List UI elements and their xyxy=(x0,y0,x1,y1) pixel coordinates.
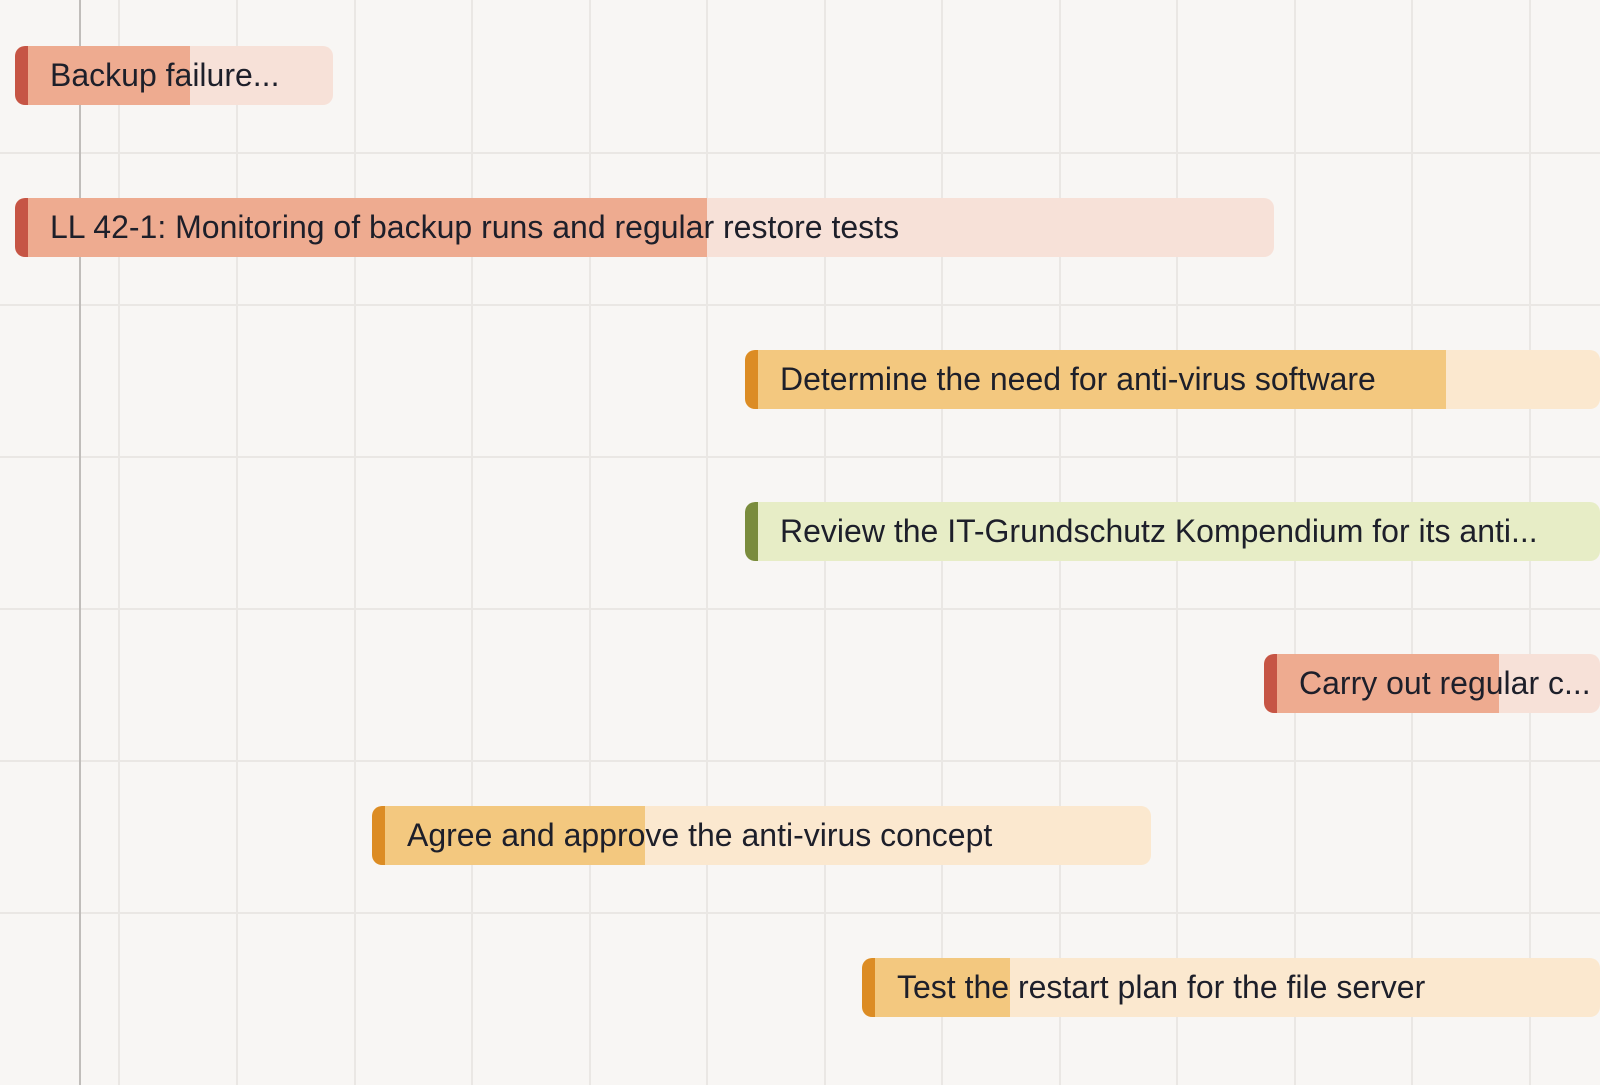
task-bar[interactable]: Agree and approve the anti-virus concept xyxy=(372,806,1151,865)
task-status-edge xyxy=(862,958,875,1017)
task-label: LL 42-1: Monitoring of backup runs and r… xyxy=(50,209,900,245)
task-label: Carry out regular c... xyxy=(1299,665,1591,701)
row-separator xyxy=(0,912,1600,914)
task-bar[interactable]: Determine the need for anti-virus softwa… xyxy=(745,350,1600,409)
task-status-edge xyxy=(745,350,758,409)
task-bar[interactable]: Carry out regular c... xyxy=(1264,654,1600,713)
grid-line-vertical xyxy=(589,0,591,1085)
task-status-edge xyxy=(15,46,28,105)
grid-line-vertical xyxy=(354,0,356,1085)
task-label: Determine the need for anti-virus softwa… xyxy=(780,361,1376,397)
row-separator xyxy=(0,152,1600,154)
row-separator xyxy=(0,456,1600,458)
grid-line-vertical xyxy=(706,0,708,1085)
gantt-chart: Backup failure... LL 42-1: Monitoring of… xyxy=(0,0,1600,1085)
grid-line-vertical xyxy=(118,0,120,1085)
grid-line-vertical xyxy=(236,0,238,1085)
task-label: Backup failure... xyxy=(50,57,280,93)
task-status-edge xyxy=(15,198,28,257)
task-bar[interactable]: Test the restart plan for the file serve… xyxy=(862,958,1600,1017)
task-label: Review the IT-Grundschutz Kompendium for… xyxy=(780,513,1538,549)
today-marker-line xyxy=(79,0,81,1085)
grid-line-vertical xyxy=(471,0,473,1085)
row-separator xyxy=(0,608,1600,610)
task-label: Test the restart plan for the file serve… xyxy=(897,969,1426,1005)
task-status-edge xyxy=(1264,654,1277,713)
row-separator xyxy=(0,760,1600,762)
task-status-edge xyxy=(745,502,758,561)
task-status-edge xyxy=(372,806,385,865)
task-bar[interactable]: Review the IT-Grundschutz Kompendium for… xyxy=(745,502,1600,561)
task-label: Agree and approve the anti-virus concept xyxy=(407,817,993,853)
task-bar[interactable]: Backup failure... xyxy=(15,46,333,105)
task-bar[interactable]: LL 42-1: Monitoring of backup runs and r… xyxy=(15,198,1274,257)
row-separator xyxy=(0,304,1600,306)
